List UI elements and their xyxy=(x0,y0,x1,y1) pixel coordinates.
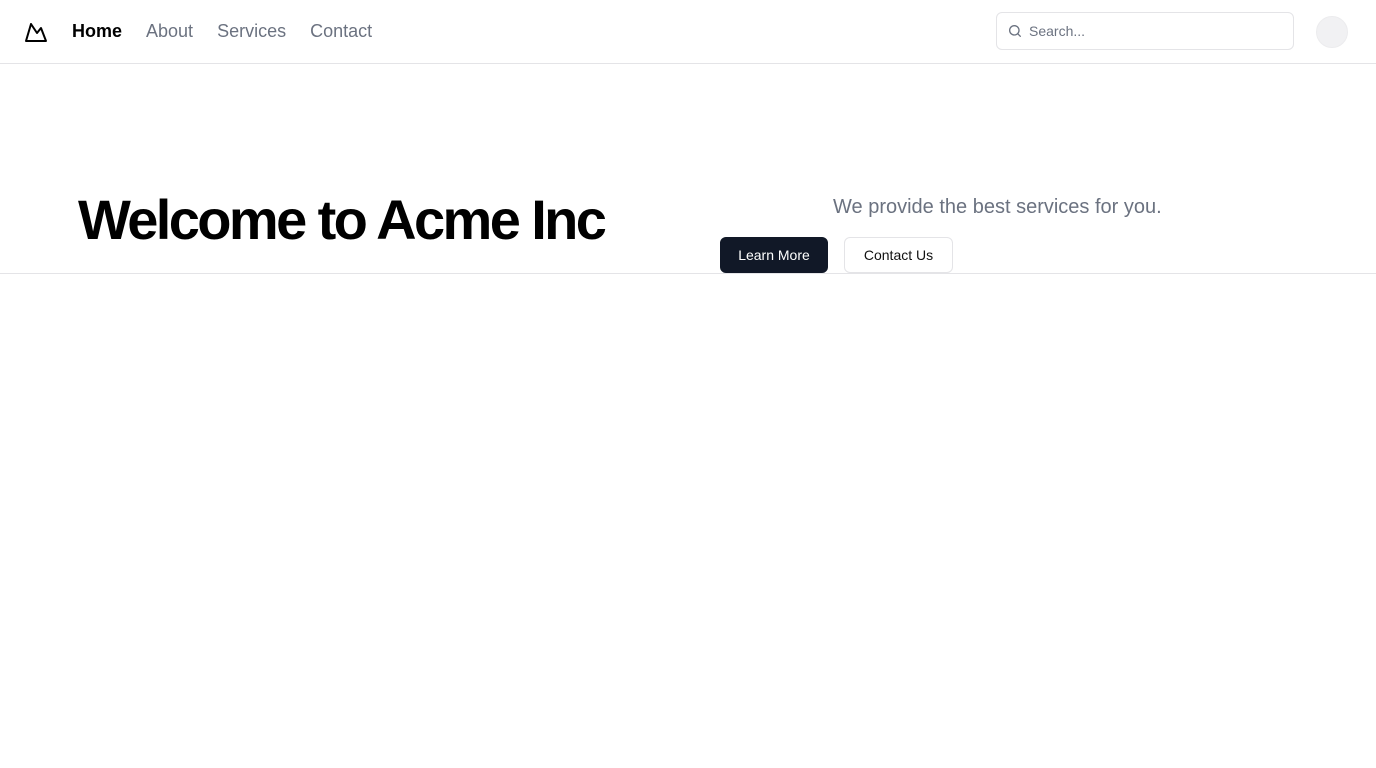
nav-home-link[interactable]: Home xyxy=(72,21,122,42)
nav-services-link[interactable]: Services xyxy=(217,21,286,42)
learn-more-button[interactable]: Learn More xyxy=(720,237,828,273)
mountain-icon[interactable] xyxy=(24,20,48,44)
nav-contact-link[interactable]: Contact xyxy=(310,21,372,42)
avatar[interactable] xyxy=(1316,16,1348,48)
search-input[interactable] xyxy=(1029,19,1279,43)
top-navbar: Home About Services Contact xyxy=(0,0,1376,64)
nav-about-link[interactable]: About xyxy=(146,21,193,42)
main-nav: Home About Services Contact xyxy=(72,0,372,63)
search-icon xyxy=(1009,25,1021,37)
search-box xyxy=(996,12,1294,50)
hero-title: Welcome to Acme Inc xyxy=(78,188,607,251)
hero-section: Welcome to Acme Inc We provide the best … xyxy=(0,64,1376,274)
contact-us-button[interactable]: Contact Us xyxy=(844,237,953,273)
hero-subtitle: We provide the best services for you. xyxy=(833,196,1162,218)
